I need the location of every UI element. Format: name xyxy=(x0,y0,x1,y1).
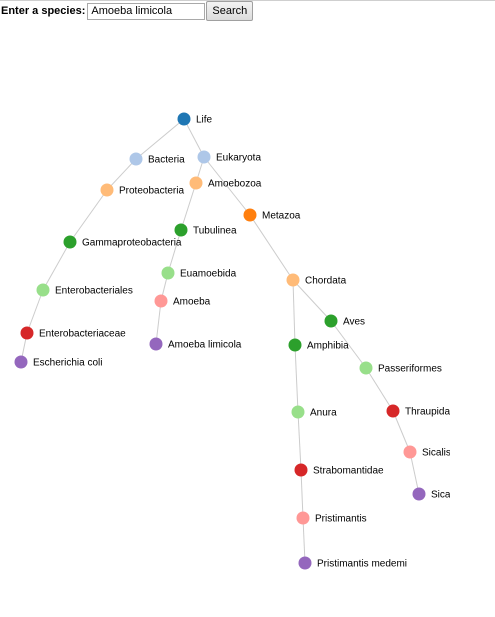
node-dot[interactable] xyxy=(288,338,302,352)
node-label: Euamoebida xyxy=(180,269,237,280)
node-dot[interactable] xyxy=(174,223,188,237)
node-label: Proteobacteria xyxy=(119,186,184,197)
tree-link-life-bacteria xyxy=(135,118,185,160)
tree-link-tubulinea-euamoebida xyxy=(167,229,182,274)
node-label: Bacteria xyxy=(148,155,185,166)
node-dot[interactable] xyxy=(291,405,305,419)
tree-node-proteobacteria[interactable]: Proteobacteria xyxy=(100,183,185,197)
node-label: Enterobacteriales xyxy=(55,286,133,297)
tree-link-enterobacteriales-enterobacteriaceae xyxy=(26,289,44,334)
node-dot[interactable] xyxy=(100,183,114,197)
node-dot[interactable] xyxy=(412,487,426,501)
node-label: Sica xyxy=(431,490,451,501)
node-dot[interactable] xyxy=(149,337,163,351)
tree-node-thraupidae[interactable]: Thraupida xyxy=(386,404,451,418)
node-label: Passeriformes xyxy=(378,364,442,375)
tree-link-strabomantidae-pristimantis xyxy=(300,469,304,519)
tree-node-metazoa[interactable]: Metazoa xyxy=(243,208,301,222)
tree-link-gammaproteobacteria-enterobacteriales xyxy=(42,241,71,291)
node-label: Thraupida xyxy=(405,407,450,418)
tree-link-pristimantis-pristimantis-medemi xyxy=(302,517,306,564)
node-label: Strabomantidae xyxy=(313,466,384,477)
tree-node-sicalis-species[interactable]: Sica xyxy=(412,487,451,501)
node-dot[interactable] xyxy=(63,235,77,249)
node-dot[interactable] xyxy=(403,445,417,459)
node-label: Aves xyxy=(343,317,365,328)
node-label: Pristimantis xyxy=(315,514,367,525)
node-label: Eukaryota xyxy=(216,153,261,164)
tree-node-pristimantis[interactable]: Pristimantis xyxy=(296,511,367,525)
tree-node-anura[interactable]: Anura xyxy=(291,405,338,419)
tree-nodes: Life Bacteria Eukaryota Proteobacteria Amoeb… xyxy=(14,112,451,570)
node-dot[interactable] xyxy=(386,404,400,418)
node-label: Chordata xyxy=(305,276,347,287)
tree-node-euamoebida[interactable]: Euamoebida xyxy=(161,266,237,280)
tree-node-amoeba[interactable]: Amoeba xyxy=(154,294,211,308)
tree-node-bacteria[interactable]: Bacteria xyxy=(129,152,186,166)
node-dot[interactable] xyxy=(189,176,203,190)
tree-node-escherichia-coli[interactable]: Escherichia coli xyxy=(14,355,103,369)
tree-link-metazoa-chordata xyxy=(249,214,294,281)
tree-node-passeriformes[interactable]: Passeriformes xyxy=(359,361,442,375)
node-dot[interactable] xyxy=(161,266,175,280)
node-label: Amoeba xyxy=(173,297,211,308)
node-dot[interactable] xyxy=(20,326,34,340)
node-label: Anura xyxy=(310,408,337,419)
node-dot[interactable] xyxy=(243,208,257,222)
node-label: Tubulinea xyxy=(193,226,237,237)
tree-node-gammaproteobacteria[interactable]: Gammaproteobacteria xyxy=(63,235,182,249)
node-dot[interactable] xyxy=(197,150,211,164)
tree-node-amphibia[interactable]: Amphibia xyxy=(288,338,350,352)
node-label: Metazoa xyxy=(262,211,301,222)
node-dot[interactable] xyxy=(296,511,310,525)
node-label: Amoebozoa xyxy=(208,179,262,190)
tree-node-enterobacteriaceae[interactable]: Enterobacteriaceae xyxy=(20,326,127,340)
node-label: Gammaproteobacteria xyxy=(82,238,182,249)
tree-link-chordata-amphibia xyxy=(292,279,296,346)
tree-node-life[interactable]: Life xyxy=(177,112,213,126)
node-dot[interactable] xyxy=(298,556,312,570)
tree-node-tubulinea[interactable]: Tubulinea xyxy=(174,223,237,237)
node-label: Amphibia xyxy=(307,341,349,352)
node-label: Pristimantis medemi xyxy=(317,559,407,570)
tree-node-aves[interactable]: Aves xyxy=(324,314,366,328)
tree-node-eukaryota[interactable]: Eukaryota xyxy=(197,150,262,164)
node-dot[interactable] xyxy=(359,361,373,375)
node-dot[interactable] xyxy=(294,463,308,477)
taxonomy-tree: Life Bacteria Eukaryota Proteobacteria Amoeb… xyxy=(14,112,451,570)
node-label: Sicalis xyxy=(422,448,451,459)
tree-node-enterobacteriales[interactable]: Enterobacteriales xyxy=(36,283,133,297)
tree-link-amphibia-anura xyxy=(294,344,299,413)
node-label: Enterobacteriaceae xyxy=(39,329,126,340)
node-dot[interactable] xyxy=(286,273,300,287)
node-dot[interactable] xyxy=(36,283,50,297)
node-dot[interactable] xyxy=(177,112,191,126)
tree-node-strabomantidae[interactable]: Strabomantidae xyxy=(294,463,385,477)
node-dot[interactable] xyxy=(14,355,28,369)
node-dot[interactable] xyxy=(324,314,338,328)
tree-node-chordata[interactable]: Chordata xyxy=(286,273,347,287)
node-label: Amoeba limicola xyxy=(168,340,242,351)
tree-node-amoebozoa[interactable]: Amoebozoa xyxy=(189,176,262,190)
tree-link-proteobacteria-gammaproteobacteria xyxy=(69,189,108,243)
node-dot[interactable] xyxy=(129,152,143,166)
node-dot[interactable] xyxy=(154,294,168,308)
tree-node-sicalis[interactable]: Sicalis xyxy=(403,445,451,459)
node-label: Escherichia coli xyxy=(33,358,102,369)
tree-node-pristimantis-medemi[interactable]: Pristimantis medemi xyxy=(298,556,408,570)
tree-link-anura-strabomantidae xyxy=(297,411,302,471)
tree-node-amoeba-limicola[interactable]: Amoeba limicola xyxy=(149,337,242,351)
node-label: Life xyxy=(196,115,213,126)
